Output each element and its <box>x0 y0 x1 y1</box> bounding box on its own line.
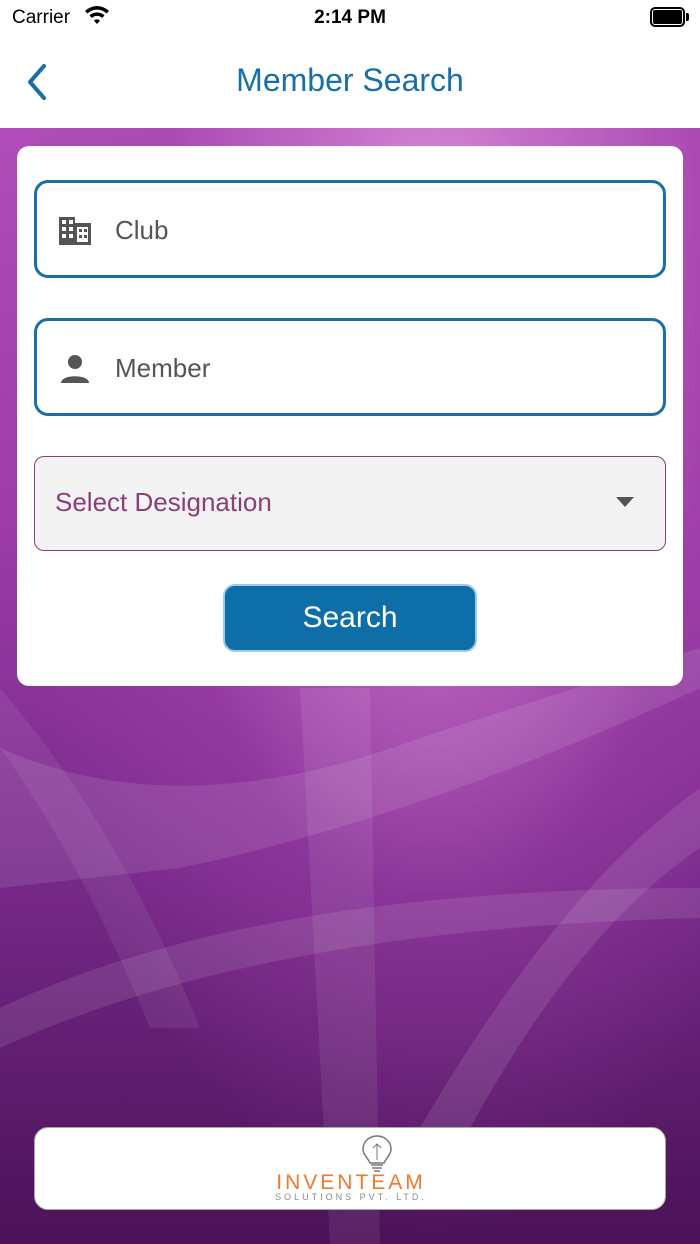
member-input[interactable]: Member <box>34 318 666 416</box>
search-form-card: Club Member Select Designation Search <box>17 146 683 686</box>
club-input[interactable]: Club <box>34 180 666 278</box>
member-placeholder: Member <box>115 353 211 383</box>
designation-select[interactable]: Select Designation <box>34 456 666 551</box>
person-icon <box>61 355 89 383</box>
battery-icon <box>650 7 690 27</box>
clock: 2:14 PM <box>314 7 386 28</box>
nav-bar: Member Search <box>0 36 700 128</box>
designation-placeholder: Select Designation <box>55 487 272 517</box>
club-placeholder: Club <box>115 215 169 245</box>
footer-logo: INVENTEAM SOLUTIONS PVT. LTD. <box>34 1127 666 1210</box>
brand-tagline: SOLUTIONS PVT. LTD. <box>275 1192 427 1202</box>
caret-down-icon <box>616 497 634 507</box>
lightbulb-icon <box>362 1135 392 1172</box>
status-bar: Carrier 2:14 PM <box>0 0 700 36</box>
building-icon <box>59 217 91 245</box>
search-button[interactable]: Search <box>223 584 477 652</box>
page-title: Member Search <box>236 62 464 98</box>
